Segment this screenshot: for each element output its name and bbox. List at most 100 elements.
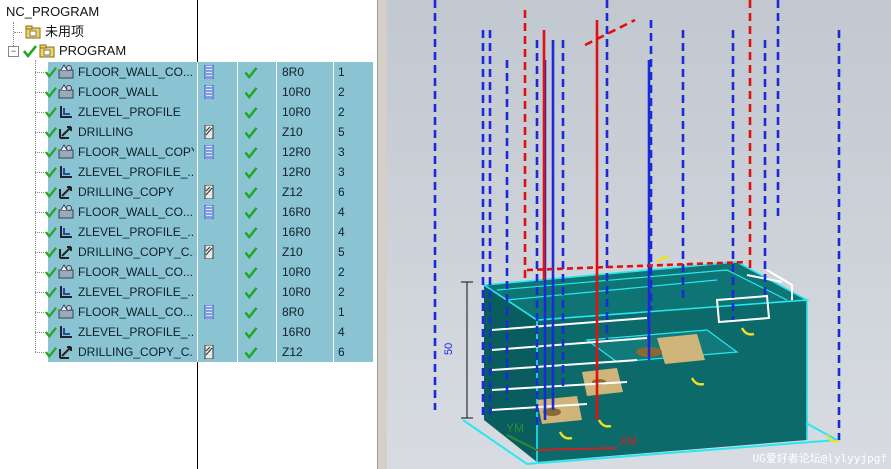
tool-name: Z10	[282, 125, 303, 139]
column-divider	[197, 62, 198, 82]
operation-row[interactable]: ZLEVEL_PROFILE 10R0 2	[0, 102, 377, 122]
column-divider	[237, 242, 238, 262]
operation-name: DRILLING_COPY_C...	[78, 345, 194, 359]
path-status-check-icon	[244, 67, 258, 79]
tool-number: 3	[338, 145, 345, 159]
zlevel-profile-op-icon	[60, 286, 72, 298]
tree-node-unused[interactable]: 未用项	[14, 22, 84, 42]
column-divider	[333, 122, 334, 142]
column-divider	[237, 342, 238, 362]
column-divider	[276, 122, 277, 142]
column-divider	[276, 302, 277, 322]
path-status-check-icon	[244, 207, 258, 219]
tool-number: 1	[338, 305, 345, 319]
tool-number: 4	[338, 325, 345, 339]
mill-tool-icon	[204, 65, 214, 79]
operation-row[interactable]: ZLEVEL_PROFILE_... 12R0 3	[0, 162, 377, 182]
tree-dash	[35, 252, 44, 254]
tree-dash	[35, 72, 44, 74]
path-status-check-icon	[244, 327, 258, 339]
column-divider	[333, 62, 334, 82]
status-check-icon	[45, 127, 57, 139]
graphics-viewport[interactable]: 50 YM XM UG爱好者论坛@lylyyjpgf	[387, 0, 891, 469]
tool-name: Z12	[282, 185, 303, 199]
column-divider	[197, 282, 198, 302]
collapse-toggle-icon[interactable]: −	[8, 45, 19, 57]
floor-wall-op-icon	[58, 84, 74, 99]
operation-row[interactable]: FLOOR_WALL_CO... 8R0 1	[0, 302, 377, 322]
operation-name: DRILLING_COPY	[78, 185, 175, 199]
column-divider	[237, 282, 238, 302]
drill-tool-icon	[204, 245, 214, 259]
drill-tool-icon	[204, 125, 214, 139]
tree-root-nc-program[interactable]: NC_PROGRAM	[6, 2, 99, 22]
floor-wall-op-icon	[58, 64, 74, 79]
status-check-icon	[45, 207, 57, 219]
tool-name: Z10	[282, 245, 303, 259]
tree-dash	[35, 232, 44, 234]
column-divider	[197, 102, 198, 122]
operation-row[interactable]: FLOOR_WALL_CO... 8R0 1	[0, 62, 377, 82]
tool-name: Z12	[282, 345, 303, 359]
operation-row[interactable]: FLOOR_WALL_CO... 10R0 2	[0, 262, 377, 282]
status-check-icon	[45, 67, 57, 79]
tool-name: 10R0	[282, 285, 311, 299]
operation-row[interactable]: FLOOR_WALL_CO... 16R0 4	[0, 202, 377, 222]
column-divider	[276, 222, 277, 242]
tree-dash	[35, 152, 44, 154]
operation-row[interactable]: DRILLING_COPY_C... Z10 5	[0, 242, 377, 262]
path-status-check-icon	[244, 287, 258, 299]
column-divider	[276, 62, 277, 82]
tree-dash	[35, 332, 44, 334]
path-status-check-icon	[244, 227, 258, 239]
zlevel-profile-op-icon	[60, 226, 72, 238]
floor-wall-op-icon	[58, 304, 74, 319]
column-divider	[333, 242, 334, 262]
tree-dash	[35, 312, 44, 314]
column-divider	[237, 142, 238, 162]
column-divider	[333, 102, 334, 122]
mill-tool-icon	[204, 205, 214, 219]
column-divider	[237, 322, 238, 342]
tool-number: 3	[338, 165, 345, 179]
column-divider	[276, 242, 277, 262]
column-divider	[333, 322, 334, 342]
zlevel-profile-op-icon	[60, 166, 72, 178]
column-divider	[197, 182, 198, 202]
operation-name: ZLEVEL_PROFILE_...	[78, 325, 194, 339]
operation-row[interactable]: ZLEVEL_PROFILE_... 16R0 4	[0, 222, 377, 242]
operation-row[interactable]: ZLEVEL_PROFILE_... 16R0 4	[0, 322, 377, 342]
status-check-icon	[45, 287, 57, 299]
check-icon	[23, 45, 37, 58]
column-divider	[237, 82, 238, 102]
program-folder-icon	[39, 44, 55, 58]
tool-number: 6	[338, 345, 345, 359]
status-check-icon	[45, 147, 57, 159]
tool-number: 2	[338, 105, 345, 119]
tool-number: 1	[338, 65, 345, 79]
tree-dash	[35, 352, 44, 354]
operation-row[interactable]: FLOOR_WALL 10R0 2	[0, 82, 377, 102]
mill-tool-icon	[204, 85, 214, 99]
tree-dash	[35, 272, 44, 274]
watermark-text: UG爱好者论坛@lylyyjpgf	[752, 452, 887, 465]
column-divider	[197, 82, 198, 102]
operation-row[interactable]: ZLEVEL_PROFILE_... 10R0 2	[0, 282, 377, 302]
column-divider	[276, 182, 277, 202]
path-status-check-icon	[244, 347, 258, 359]
zlevel-profile-op-icon	[60, 106, 72, 118]
status-check-icon	[45, 267, 57, 279]
path-status-check-icon	[244, 267, 258, 279]
operation-row[interactable]: FLOOR_WALL_COPY 12R0 3	[0, 142, 377, 162]
operation-row[interactable]: DRILLING Z10 5	[0, 122, 377, 142]
tool-name: 12R0	[282, 145, 311, 159]
operation-row[interactable]: DRILLING_COPY_C... Z12 6	[0, 342, 377, 362]
tree-node-program[interactable]: − PROGRAM	[8, 41, 126, 61]
part-model: 50 YM XM	[433, 0, 841, 466]
tool-name: 8R0	[282, 65, 305, 79]
status-check-icon	[45, 227, 57, 239]
column-divider	[197, 262, 198, 282]
operation-row[interactable]: DRILLING_COPY Z12 6	[0, 182, 377, 202]
status-check-icon	[45, 247, 57, 259]
tree-dash	[35, 212, 44, 214]
